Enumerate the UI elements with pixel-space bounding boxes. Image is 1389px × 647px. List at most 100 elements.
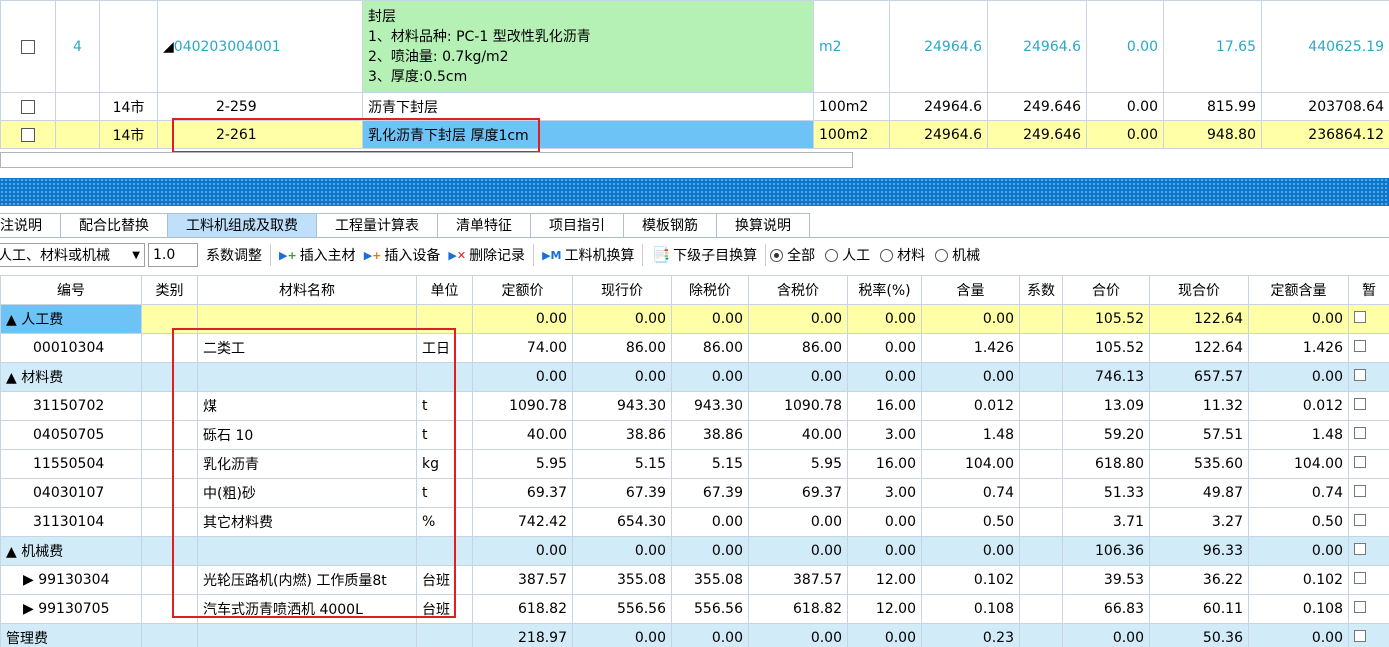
- col-tax-rate[interactable]: 税率(%): [847, 275, 922, 305]
- temp-checkbox[interactable]: [1354, 311, 1366, 323]
- delete-icon: ▶✕: [448, 248, 467, 262]
- temp-checkbox[interactable]: [1354, 543, 1366, 555]
- current-total-cell: 535.60: [1149, 449, 1249, 479]
- col-content[interactable]: 含量: [921, 275, 1020, 305]
- col-current-total[interactable]: 现合价: [1149, 275, 1249, 305]
- row-checkbox-cell[interactable]: [0, 0, 56, 93]
- col-ex-tax-price[interactable]: 除税价: [671, 275, 749, 305]
- col-name[interactable]: 材料名称: [197, 275, 417, 305]
- quota-price-cell: 387.57: [472, 565, 573, 595]
- temp-checkbox[interactable]: [1354, 514, 1366, 526]
- main-row[interactable]: 4 ◢040203004001 封层 1、材料品种: PC-1 型改性乳化沥青 …: [0, 0, 1389, 93]
- current-price-cell: 556.56: [572, 594, 672, 624]
- temp-checkbox[interactable]: [1354, 601, 1366, 613]
- inc-tax-price-cell: 86.00: [748, 333, 848, 363]
- table-row[interactable]: ▶ 99130705 汽车式沥青喷洒机 4000L 台班 618.82 556.56 55…: [0, 594, 1389, 624]
- code-cell: ▶ 99130705: [0, 594, 142, 624]
- temp-checkbox[interactable]: [1354, 398, 1366, 410]
- radio-labor[interactable]: 人工: [825, 245, 870, 265]
- content-cell: 0.50: [921, 507, 1020, 537]
- coef-input[interactable]: 1.0: [148, 243, 198, 267]
- category-row[interactable]: ▲ 人工费 0.00 0.00 0.00 0.00 0.00 0.00 105.52 122.6…: [0, 304, 1389, 334]
- col-unit[interactable]: 单位: [416, 275, 473, 305]
- tax-rate-cell: 12.00: [847, 565, 922, 595]
- temp-checkbox-cell[interactable]: [1348, 449, 1389, 479]
- material-swap-button[interactable]: ▶M 工料机换算: [538, 245, 638, 265]
- col-total[interactable]: 合价: [1062, 275, 1150, 305]
- temp-checkbox[interactable]: [1354, 427, 1366, 439]
- temp-checkbox-cell[interactable]: [1348, 333, 1389, 363]
- temp-checkbox-cell[interactable]: [1348, 420, 1389, 450]
- table-row[interactable]: 04050705 砾石 10 t 40.00 38.86 38.86 40.00 3.00 1.…: [0, 420, 1389, 450]
- current-total-cell: 657.57: [1149, 362, 1249, 392]
- resource-type-select[interactable]: 人工、材料或机械 ▼: [0, 243, 145, 267]
- radio-icon: [825, 248, 839, 262]
- table-row[interactable]: 31130104 其它材料费% 742.42 654.30 0.00 0.00 0.00 0.…: [0, 507, 1389, 537]
- sub-row[interactable]: 14市 2-259 沥青下封层 100m2 24964.6 249.646 0.…: [0, 92, 1389, 121]
- row-checkbox[interactable]: [21, 99, 35, 114]
- temp-checkbox-cell[interactable]: [1348, 594, 1389, 624]
- category-row[interactable]: ▲ 机械费 0.00 0.00 0.00 0.00 0.00 0.00 106.36 96.33…: [0, 536, 1389, 566]
- tab-formwork-rebar[interactable]: 模板钢筋: [623, 213, 717, 237]
- sub-swap-button[interactable]: 📑 下级子目换算: [647, 245, 761, 265]
- quota-content-cell: 0.74: [1248, 478, 1349, 508]
- category-row[interactable]: 管理费 218.97 0.00 0.00 0.00 0.00 0.23 0.00 50.36 0.…: [0, 623, 1389, 647]
- type-cell: [141, 449, 198, 479]
- total-cell: 3.71: [1062, 507, 1150, 537]
- col-current-price[interactable]: 现行价: [572, 275, 672, 305]
- col-temp[interactable]: 暂: [1348, 275, 1389, 305]
- radio-all[interactable]: 全部: [770, 245, 815, 265]
- temp-checkbox[interactable]: [1354, 369, 1366, 381]
- seq-cell: 4: [55, 0, 100, 93]
- tab-material-composition[interactable]: 工料机组成及取费: [167, 213, 317, 237]
- temp-checkbox-cell[interactable]: [1348, 391, 1389, 421]
- panel-splitter[interactable]: [0, 178, 1389, 206]
- temp-checkbox-cell[interactable]: [1348, 565, 1389, 595]
- temp-checkbox-cell[interactable]: [1348, 304, 1389, 334]
- col-type[interactable]: 类别: [141, 275, 198, 305]
- col-quota-content[interactable]: 定额含量: [1248, 275, 1349, 305]
- tab-conversion-notes[interactable]: 换算说明: [716, 213, 810, 237]
- table-row[interactable]: 11550504 乳化沥青 kg 5.95 5.15 5.15 5.95 16.00 104.0…: [0, 449, 1389, 479]
- radio-machine[interactable]: 机械: [935, 245, 980, 265]
- coef-adjust-label[interactable]: 系数调整: [206, 245, 262, 265]
- expand-triangle-icon[interactable]: ◢: [163, 39, 174, 55]
- horizontal-scrollbar[interactable]: [0, 152, 853, 168]
- col-inc-tax-price[interactable]: 含税价: [748, 275, 848, 305]
- tab-list-features[interactable]: 清单特征: [437, 213, 531, 237]
- delete-record-button[interactable]: ▶✕ 删除记录: [444, 245, 529, 265]
- col-quota-price[interactable]: 定额价: [472, 275, 573, 305]
- insert-equip-button[interactable]: ▶+ 插入设备: [360, 245, 445, 265]
- tab-notes[interactable]: 注说明: [0, 213, 61, 237]
- col-coef[interactable]: 系数: [1019, 275, 1063, 305]
- content-cell: 104.00: [921, 449, 1020, 479]
- temp-checkbox-cell[interactable]: [1348, 536, 1389, 566]
- table-row[interactable]: 00010304 二类工 工日 74.00 86.00 86.00 86.00 0.00 1.4…: [0, 333, 1389, 363]
- category-row[interactable]: ▲ 材料费 0.00 0.00 0.00 0.00 0.00 0.00 746.13 657.5…: [0, 362, 1389, 392]
- temp-checkbox[interactable]: [1354, 630, 1366, 642]
- temp-checkbox[interactable]: [1354, 572, 1366, 584]
- insert-main-button[interactable]: ▶+ 插入主材: [275, 245, 360, 265]
- col-code[interactable]: 编号: [0, 275, 142, 305]
- table-row[interactable]: ▶ 99130304 光轮压路机(内燃) 工作质量8t 台班 387.57 355.08…: [0, 565, 1389, 595]
- table-row[interactable]: 04030107 中(粗)砂 t 69.37 67.39 67.39 69.37 3.00 0.…: [0, 478, 1389, 508]
- radio-material[interactable]: 材料: [880, 245, 925, 265]
- code-cell: 管理费: [0, 623, 142, 647]
- row-checkbox[interactable]: [21, 127, 35, 142]
- desc-cell[interactable]: 封层 1、材料品种: PC-1 型改性乳化沥青 2、喷油量: 0.7kg/m2 …: [362, 0, 814, 93]
- temp-checkbox[interactable]: [1354, 485, 1366, 497]
- table-row[interactable]: 31150702 煤 t 1090.78 943.30 943.30 1090.78 16.0…: [0, 391, 1389, 421]
- row-checkbox[interactable]: [21, 39, 35, 54]
- temp-checkbox-cell[interactable]: [1348, 623, 1389, 647]
- name-cell: [197, 536, 417, 566]
- tab-mix-replace[interactable]: 配合比替换: [60, 213, 168, 237]
- temp-checkbox-cell[interactable]: [1348, 507, 1389, 537]
- sub-row-selected[interactable]: 14市 2-261 乳化沥青下封层 厚度1cm 100m2 24964.6 24…: [0, 120, 1389, 149]
- tax-rate-cell: 0.00: [847, 304, 922, 334]
- temp-checkbox-cell[interactable]: [1348, 478, 1389, 508]
- tab-project-guide[interactable]: 项目指引: [530, 213, 624, 237]
- temp-checkbox[interactable]: [1354, 340, 1366, 352]
- temp-checkbox-cell[interactable]: [1348, 362, 1389, 392]
- tab-quantity-calc[interactable]: 工程量计算表: [316, 213, 438, 237]
- temp-checkbox[interactable]: [1354, 456, 1366, 468]
